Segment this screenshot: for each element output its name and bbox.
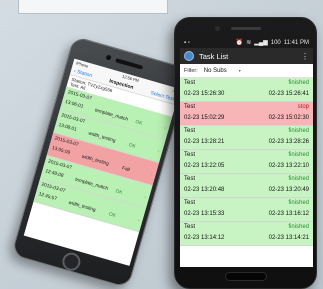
row-date: 2015-03-07 <box>47 159 73 172</box>
task-start-time: 02-23 13:20:48 <box>184 187 225 193</box>
task-end-time: 02-23 13:28:26 <box>268 139 309 145</box>
task-list: Test finished 02-23 15:26:30 02-23 15:26:41… <box>180 78 313 246</box>
alarm-icon: ⏰ <box>235 40 244 46</box>
speaker-grille <box>231 27 261 30</box>
task-end-time: 02-23 13:22:10 <box>268 163 309 169</box>
row-result: OK <box>134 120 143 127</box>
speaker-grille <box>115 58 144 70</box>
task-name: Test <box>184 104 196 110</box>
chevron-right-icon: › <box>156 148 160 155</box>
task-row[interactable]: Test finished 02-23 13:20:48 02-23 13:20:49 <box>180 174 313 198</box>
filter-dropdown[interactable]: No Subs <box>204 68 227 74</box>
task-status: stop <box>297 104 309 110</box>
app-bar: Task List ⋮ <box>180 48 313 64</box>
row-time: 13:05:09 <box>51 146 71 156</box>
dropdown-caret-icon: ▾ <box>238 68 241 73</box>
row-date: 2015-03-07 <box>40 182 66 195</box>
row-result: OK <box>108 212 117 220</box>
task-row[interactable]: Test finished 02-23 13:15:33 02-23 13:16:12 <box>180 198 313 222</box>
background-card <box>18 0 168 14</box>
task-name: Test <box>184 80 196 86</box>
task-status: finished <box>288 80 309 86</box>
task-end-time: 02-23 15:26:41 <box>268 91 309 97</box>
chevron-right-icon: › <box>163 125 167 132</box>
app-logo-icon <box>184 51 194 61</box>
notification-icons: ▪ ▫ <box>184 39 190 46</box>
task-row[interactable]: Test finished 02-23 13:28:21 02-23 13:28:26 <box>180 126 313 150</box>
task-row[interactable]: Test stop 02-23 15:02:29 02-23 15:02:30 <box>180 102 313 126</box>
task-name: Test <box>184 200 196 206</box>
home-button[interactable] <box>225 272 267 281</box>
task-start-time: 02-23 13:22:05 <box>184 163 225 169</box>
row-test-name: width_testing <box>80 154 110 168</box>
row-test-name: width_testing <box>67 200 97 214</box>
row-date: 2015-03-07 <box>60 113 86 125</box>
camera-icon <box>105 54 112 61</box>
task-status: finished <box>288 224 309 230</box>
task-end-time: 02-23 13:16:12 <box>268 211 309 217</box>
task-name: Test <box>184 152 196 158</box>
task-row[interactable]: Test finished 02-23 13:22:05 02-23 13:22:10 <box>180 150 313 174</box>
wifi-icon: ≋ <box>246 40 252 46</box>
chevron-right-icon: › <box>136 217 141 224</box>
task-name: Test <box>184 128 196 134</box>
android-device: ▪ ▫ ⏰ ≋ ▂▄▆ 100 11:41 PM Task List ⋮ Fil… <box>174 17 317 289</box>
filter-label: Filter: <box>184 67 198 74</box>
row-time: 12:45:57 <box>37 192 58 203</box>
row-time: 12:49:08 <box>44 169 64 180</box>
row-date: 2015-03-07 <box>67 90 93 102</box>
task-status: finished <box>288 152 309 158</box>
camera-icon <box>215 26 220 31</box>
iphone-screen: iPhone 12:56 PM ▭ ‹ Station Inspection S… <box>23 58 181 266</box>
android-screen: ▪ ▫ ⏰ ≋ ▂▄▆ 100 11:41 PM Task List ⋮ Fil… <box>180 37 313 267</box>
row-time: 13:08:01 <box>57 122 78 133</box>
home-button[interactable] <box>60 250 83 273</box>
chevron-right-icon: › <box>143 194 147 201</box>
signal-icon: ▂▄▆ <box>254 40 268 46</box>
task-end-time: 02-23 13:20:49 <box>268 187 309 193</box>
task-start-time: 02-23 13:14:12 <box>184 235 225 241</box>
row-date: 2015-03-07 <box>53 136 79 148</box>
battery-level: 100 <box>270 39 281 46</box>
task-row[interactable]: Test finished 02-23 13:14:12 02-23 13:14:21 <box>180 222 313 246</box>
task-end-time: 02-23 15:02:30 <box>268 115 309 121</box>
chevron-right-icon: › <box>150 171 154 178</box>
task-start-time: 02-23 13:28:21 <box>184 139 225 145</box>
app-title: Task List <box>199 51 229 61</box>
status-time: 11:41 PM <box>283 39 309 46</box>
task-end-time: 02-23 13:14:21 <box>268 235 309 241</box>
iphone-device: iPhone 12:56 PM ▭ ‹ Station Inspection S… <box>10 35 192 289</box>
row-test-name: width_testing <box>87 131 116 145</box>
task-status: finished <box>288 176 309 182</box>
task-name: Test <box>184 224 196 230</box>
task-start-time: 02-23 15:26:30 <box>184 91 225 97</box>
task-start-time: 02-23 13:15:33 <box>184 211 225 217</box>
task-status: finished <box>288 128 309 134</box>
task-start-time: 02-23 15:02:29 <box>184 115 225 121</box>
filter-bar: Filter: No Subs ▾ <box>180 64 313 78</box>
android-status-bar: ▪ ▫ ⏰ ≋ ▂▄▆ 100 11:41 PM <box>180 37 313 48</box>
row-result: OK <box>114 189 123 196</box>
row-result: Fail <box>121 166 131 174</box>
task-status: finished <box>288 200 309 206</box>
task-name: Test <box>184 176 196 182</box>
overflow-menu-icon[interactable]: ⋮ <box>301 52 309 61</box>
row-time: 13:06:01 <box>64 99 84 110</box>
task-row[interactable]: Test finished 02-23 15:26:30 02-23 15:26:41 <box>180 78 313 102</box>
row-result: OK <box>127 143 136 150</box>
